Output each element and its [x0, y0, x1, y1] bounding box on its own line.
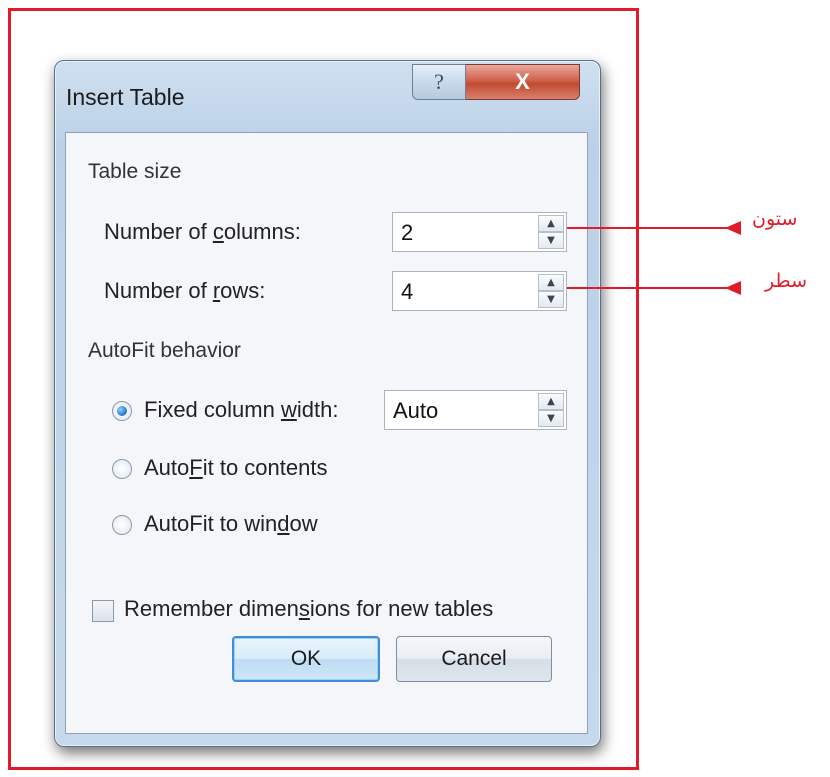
table-size-group-label: Table size — [88, 160, 182, 183]
rows-annotation-line — [567, 287, 741, 289]
chevron-up-icon: ▲ — [547, 276, 555, 288]
columns-value: 2 — [401, 220, 414, 245]
dialog-title: Insert Table — [66, 84, 185, 110]
width-down-button[interactable]: ▼ — [538, 410, 564, 427]
remember-dimensions-label[interactable]: Remember dimensions for new tables — [124, 596, 493, 622]
width-up-button[interactable]: ▲ — [538, 393, 564, 410]
chevron-down-icon: ▼ — [547, 234, 555, 246]
close-button[interactable]: X — [466, 64, 580, 100]
fixed-width-label[interactable]: Fixed column width: — [144, 397, 338, 423]
arrow-left-icon — [725, 221, 741, 235]
chevron-up-icon: ▲ — [547, 217, 555, 229]
help-icon: ? — [434, 69, 444, 94]
rows-annotation-text: سطر — [765, 270, 807, 292]
fixed-width-spinner[interactable]: Auto ▲ ▼ — [384, 390, 567, 430]
close-icon: X — [515, 69, 530, 94]
chevron-down-icon: ▼ — [547, 412, 555, 424]
columns-annotation-text: ستون — [752, 208, 798, 230]
autofit-window-radio[interactable] — [112, 515, 132, 535]
autofit-window-label[interactable]: AutoFit to window — [144, 511, 318, 537]
rows-down-button[interactable]: ▼ — [538, 291, 564, 308]
rows-value: 4 — [401, 279, 414, 304]
autofit-contents-radio[interactable] — [112, 459, 132, 479]
columns-down-button[interactable]: ▼ — [538, 232, 564, 249]
rows-label: Number of rows: — [104, 278, 266, 303]
fixed-width-value: Auto — [393, 398, 439, 423]
arrow-left-icon — [725, 281, 741, 295]
rows-up-button[interactable]: ▲ — [538, 274, 564, 291]
chevron-up-icon: ▲ — [547, 395, 555, 407]
fixed-width-radio[interactable] — [112, 401, 132, 421]
autofit-group-label: AutoFit behavior — [88, 339, 241, 362]
columns-spinner[interactable]: 2 ▲ ▼ — [392, 212, 567, 252]
chevron-down-icon: ▼ — [547, 293, 555, 305]
columns-up-button[interactable]: ▲ — [538, 215, 564, 232]
remember-dimensions-checkbox[interactable] — [92, 600, 114, 622]
autofit-contents-label[interactable]: AutoFit to contents — [144, 455, 327, 481]
ok-button[interactable]: OK — [232, 636, 380, 682]
rows-spinner[interactable]: 4 ▲ ▼ — [392, 271, 567, 311]
help-button[interactable]: ? — [412, 64, 466, 100]
columns-label: Number of columns: — [104, 219, 301, 244]
columns-annotation-line — [567, 227, 741, 229]
cancel-button[interactable]: Cancel — [396, 636, 552, 682]
